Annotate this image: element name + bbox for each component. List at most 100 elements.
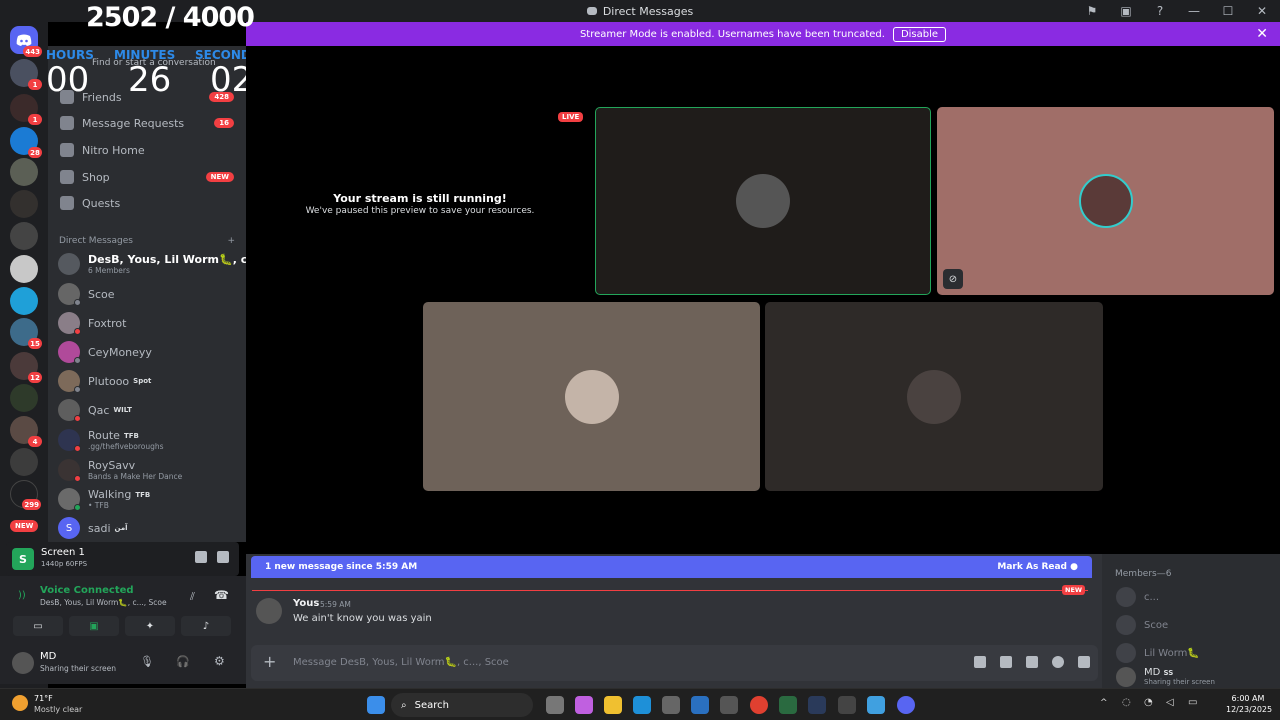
add-dm-icon[interactable]: + — [227, 236, 235, 246]
edge-icon[interactable] — [633, 696, 651, 714]
server-icon[interactable] — [10, 287, 38, 315]
close-button[interactable]: ✕ — [1254, 3, 1270, 19]
sticker-icon[interactable] — [1026, 656, 1038, 668]
settings-gear-icon[interactable]: ⚙ — [214, 654, 225, 668]
video-tile[interactable] — [765, 302, 1103, 491]
xbox-icon[interactable] — [779, 696, 797, 714]
flag-icon[interactable]: ⚑ — [1084, 3, 1100, 19]
video-tile-speaking[interactable] — [595, 107, 931, 295]
noise-suppression-icon[interactable]: ⫽ — [190, 590, 195, 604]
dm-item[interactable]: Foxtrot — [58, 309, 238, 337]
minutes-value: 26 — [128, 60, 172, 100]
home-button[interactable]: 443 — [10, 26, 42, 57]
nitro-nav[interactable]: Nitro Home — [56, 137, 238, 163]
volume-icon[interactable]: ◁ — [1166, 697, 1174, 708]
discord-taskbar-icon[interactable] — [897, 696, 915, 714]
server-icon[interactable]: 15 — [10, 318, 42, 349]
server-icon[interactable] — [10, 222, 38, 250]
dm-item[interactable]: Plutooo Spot — [58, 367, 238, 395]
tray-app-icon[interactable]: ◌ — [1122, 697, 1131, 708]
message-author[interactable]: Yous — [293, 598, 319, 609]
clock-time[interactable]: 6:00 AM — [1226, 694, 1270, 703]
message-input[interactable]: Message DesB, Yous, Lil Worm🐛, c..., Sco… — [293, 657, 509, 668]
app-icon[interactable] — [720, 696, 738, 714]
new-messages-bar[interactable]: 1 new message since 5:59 AM Mark As Read… — [251, 556, 1092, 578]
dm-item[interactable]: Scoe — [58, 280, 238, 308]
server-icon[interactable] — [10, 384, 38, 412]
server-icon[interactable] — [10, 190, 38, 218]
mic-icon[interactable]: 🎙 — [140, 655, 154, 668]
quests-nav[interactable]: Quests — [56, 190, 238, 216]
store-icon[interactable] — [662, 696, 680, 714]
dm-item[interactable]: Walking TFB • TFB — [58, 485, 238, 513]
disconnect-icon[interactable]: ☎ — [214, 588, 229, 602]
member-item[interactable]: c... — [1116, 586, 1159, 608]
dm-item[interactable]: DesB, Yous, Lil Worm🐛, c... 6 Members — [58, 250, 246, 278]
server-icon[interactable]: 4 — [10, 416, 42, 447]
member-item[interactable]: MD SS Sharing their screen — [1116, 666, 1215, 688]
wifi-icon[interactable]: ◔ — [1144, 697, 1153, 708]
message-composer[interactable]: + Message DesB, Yous, Lil Worm🐛, c..., S… — [251, 645, 1098, 681]
dm-item[interactable]: RoySavv Bands a Make Her Dance — [58, 456, 238, 484]
battery-icon[interactable]: ▭ — [1188, 697, 1197, 708]
avatar[interactable] — [256, 598, 282, 624]
disable-button[interactable]: Disable — [892, 26, 947, 42]
weather-temp[interactable]: 71°F — [34, 694, 53, 703]
dm-item[interactable]: CeyMoneyy — [58, 338, 238, 366]
server-icon[interactable]: 1 — [10, 59, 42, 90]
activities-button[interactable]: ✦ — [125, 616, 175, 636]
dm-item[interactable]: Route TFB .gg/thefiveboroughs — [58, 426, 238, 454]
voice-status[interactable]: Voice Connected — [40, 585, 134, 596]
member-item[interactable]: Lil Worm🐛 — [1116, 642, 1200, 664]
close-banner-icon[interactable]: ✕ — [1256, 26, 1268, 42]
notepad-icon[interactable] — [867, 696, 885, 714]
server-badge: 1 — [28, 79, 42, 90]
outlook-icon[interactable] — [691, 696, 709, 714]
shop-nav[interactable]: Shop NEW — [56, 164, 238, 190]
signal-icon[interactable]: )) — [18, 590, 26, 601]
gif-icon[interactable] — [1000, 656, 1012, 668]
headset-icon[interactable]: 🎧 — [176, 655, 190, 668]
capcut-icon[interactable] — [838, 696, 856, 714]
stream-settings-icon[interactable] — [217, 551, 229, 563]
server-icon[interactable]: 12 — [10, 352, 42, 383]
taskbar-search[interactable]: ⌕ Search — [391, 693, 533, 717]
mark-as-read-button[interactable]: Mark As Read ● — [997, 562, 1078, 572]
server-icon[interactable] — [10, 448, 38, 476]
copilot-icon[interactable] — [575, 696, 593, 714]
screen-share-icon[interactable]: ▣ — [1118, 3, 1134, 19]
start-windows-icon[interactable] — [367, 696, 385, 714]
avatar — [58, 341, 81, 364]
video-tile[interactable]: ⊘ — [937, 107, 1274, 295]
maximize-button[interactable]: ☐ — [1220, 3, 1236, 19]
weather-icon[interactable] — [12, 695, 28, 711]
soundboard-button[interactable]: ♪ — [181, 616, 231, 636]
emoji-icon[interactable] — [1052, 656, 1064, 668]
dm-item[interactable]: Qac WILT — [58, 396, 238, 424]
help-icon[interactable]: ? — [1152, 3, 1168, 19]
attach-plus-icon[interactable]: + — [263, 652, 276, 671]
server-icon[interactable]: 28 — [10, 127, 42, 158]
video-tile[interactable] — [423, 302, 760, 491]
member-item[interactable]: Scoe — [1116, 614, 1168, 636]
server-icon[interactable]: 1 — [10, 94, 42, 125]
chrome-icon[interactable] — [750, 696, 768, 714]
gift-icon[interactable] — [974, 656, 986, 668]
server-icon[interactable]: 299 — [10, 480, 41, 510]
server-icon[interactable] — [10, 158, 38, 186]
file-explorer-icon[interactable] — [604, 696, 622, 714]
chevron-up-icon[interactable]: ^ — [1100, 698, 1108, 708]
task-view-icon[interactable] — [546, 696, 564, 714]
avatar[interactable] — [12, 652, 34, 674]
camera-button[interactable]: ▭ — [13, 616, 63, 636]
avatar — [1116, 587, 1136, 607]
clock-date[interactable]: 12/23/2025 — [1226, 705, 1272, 714]
minimize-button[interactable]: — — [1186, 3, 1202, 19]
stop-stream-icon[interactable] — [195, 551, 207, 563]
steam-icon[interactable] — [808, 696, 826, 714]
server-icon[interactable] — [10, 255, 38, 283]
screen-share-button[interactable]: ▣ — [69, 616, 119, 636]
dm-item[interactable]: S sadi آمن — [58, 514, 238, 542]
apps-icon[interactable] — [1078, 656, 1090, 668]
message-requests-nav[interactable]: Message Requests 16 — [56, 110, 238, 136]
